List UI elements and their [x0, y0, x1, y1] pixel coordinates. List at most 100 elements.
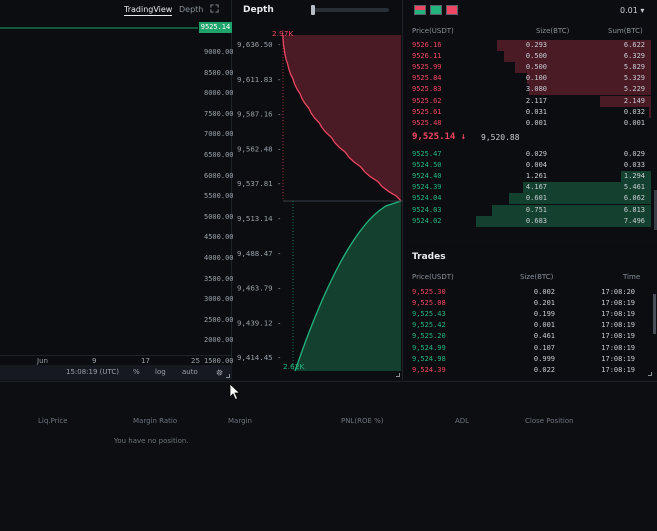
- ask-price: 9525.83: [412, 85, 442, 94]
- price-chart-canvas[interactable]: [0, 20, 198, 355]
- trade-row: 9,524.98 0.999 17:08:19: [404, 354, 649, 365]
- tab-depth[interactable]: Depth: [179, 5, 203, 14]
- trade-price: 9,525.20: [412, 332, 446, 341]
- trade-size: 0.461: [533, 332, 555, 341]
- trade-size: 0.001: [533, 321, 555, 330]
- bid-size: 0.004: [525, 161, 547, 170]
- resize-handle-icon[interactable]: [648, 372, 652, 376]
- resize-handle-icon[interactable]: [226, 374, 230, 378]
- ask-row[interactable]: 9525.99 0.500 5.829: [404, 62, 651, 74]
- bid-sum: 6.062: [623, 194, 645, 203]
- time-axis-tick: 17: [141, 357, 150, 365]
- bid-size: 0.683: [525, 216, 547, 225]
- price-axis[interactable]: 9000.00 8500.00 8000.00 7500.00 7000.00 6500.…: [198, 20, 234, 365]
- ask-price: 9526.16: [412, 41, 442, 49]
- trade-price: 9,524.98: [412, 354, 446, 363]
- positions-panel: Liq.Price Margin Ratio Margin PNL(ROE %)…: [0, 381, 657, 531]
- price-axis-tick: 6500.00: [204, 151, 234, 159]
- trade-time: 17:08:19: [601, 354, 635, 363]
- ask-row[interactable]: 9526.11 0.500 6.329: [404, 51, 651, 63]
- price-axis-tick: 4500.00: [204, 233, 234, 242]
- price-axis-tick: 9000.00: [204, 48, 234, 56]
- time-axis-tick: 25: [191, 357, 200, 365]
- time-axis-tick: 9: [92, 357, 97, 365]
- ask-row[interactable]: 9525.83 3.080 5.229: [404, 84, 651, 96]
- depth-axis-tick: 9,636.50 -: [237, 40, 282, 49]
- ask-sum: 5.329: [623, 74, 645, 83]
- price-axis-tick: 5500.00: [204, 192, 234, 201]
- precision-select[interactable]: 0.01 ▾: [620, 6, 644, 15]
- trades-scrollbar[interactable]: [653, 294, 656, 334]
- bid-row[interactable]: 9525.47 0.029 0.029: [404, 149, 651, 160]
- col-adl: ADL: [455, 417, 470, 425]
- depth-chart-canvas[interactable]: 9,636.50 - 9,611.83 - 9,587.16 - 9,562.48 -…: [233, 0, 403, 380]
- col-margin: Margin: [228, 417, 252, 425]
- bid-sum: 6.813: [623, 205, 645, 214]
- gear-icon[interactable]: [215, 368, 224, 377]
- bid-row[interactable]: 9524.03 0.751 6.813: [404, 204, 651, 216]
- trades-header-price: Price(USDT): [412, 273, 454, 281]
- ask-row[interactable]: 9525.62 2.117 2.149: [404, 95, 651, 107]
- book-view-bids-icon[interactable]: [430, 5, 442, 15]
- ask-sum: 6.622: [623, 41, 645, 49]
- bid-row[interactable]: 9524.50 0.004 0.033: [404, 160, 651, 171]
- trade-row: 9,525.20 0.461 17:08:19: [404, 331, 649, 342]
- ask-size: 0.001: [525, 118, 547, 127]
- book-header-sum: Sum(BTC): [608, 27, 643, 35]
- expand-icon[interactable]: [210, 4, 219, 13]
- depth-axis-tick: 9,587.16 -: [237, 110, 282, 119]
- percent-scale-toggle[interactable]: %: [133, 368, 140, 376]
- ask-row[interactable]: 9525.61 0.031 0.032: [404, 106, 651, 118]
- mark-price[interactable]: 9,520.88: [481, 133, 520, 142]
- bid-row[interactable]: 9524.04 0.601 6.062: [404, 193, 651, 205]
- depth-axis-tick: 9,562.48 -: [237, 144, 282, 153]
- trade-row: 9,525.42 0.001 17:08:19: [404, 320, 649, 331]
- ask-sum: 0.032: [623, 107, 645, 116]
- price-axis-tick: 7000.00: [204, 130, 234, 139]
- time-axis-tick: Jun: [37, 357, 48, 365]
- book-view-asks-icon[interactable]: [446, 5, 458, 15]
- trade-time: 17:08:19: [601, 332, 635, 341]
- ask-price: 9525.48: [412, 118, 442, 127]
- bid-row[interactable]: 9524.40 1.261 1.294: [404, 171, 651, 183]
- col-pnl-roe: PNL(ROE %): [341, 417, 384, 425]
- time-axis[interactable]: Jun 9 17 25: [0, 355, 232, 365]
- ask-row[interactable]: 9525.48 0.001 0.001: [404, 118, 651, 129]
- bid-price: 9525.47: [412, 150, 442, 158]
- depth-axis-tick: 9,414.45 -: [237, 353, 282, 362]
- bid-price: 9524.04: [412, 194, 442, 203]
- bid-price: 9524.40: [412, 172, 442, 181]
- bid-price: 9524.02: [412, 216, 442, 225]
- book-view-both-icon[interactable]: [414, 5, 426, 15]
- ask-size: 2.117: [525, 96, 547, 105]
- bid-sum: 0.033: [623, 161, 645, 170]
- ask-price: 9525.99: [412, 63, 442, 72]
- trades-title: Trades: [412, 252, 446, 262]
- chart-clock: 15:08:19 (UTC): [66, 368, 120, 376]
- tab-tradingview[interactable]: TradingView: [124, 5, 173, 16]
- trade-time: 17:08:19: [601, 343, 635, 352]
- ask-price: 9525.84: [412, 74, 442, 83]
- bid-size: 4.167: [525, 183, 547, 192]
- log-scale-toggle[interactable]: log: [155, 368, 166, 376]
- trade-price: 9,525.08: [412, 299, 446, 308]
- price-axis-tick: 6000.00: [204, 171, 234, 180]
- ask-row[interactable]: 9526.16 0.293 6.622: [404, 40, 651, 51]
- trade-price: 9,525.42: [412, 321, 446, 330]
- trade-size: 0.199: [533, 310, 555, 319]
- ask-row[interactable]: 9525.84 0.100 5.329: [404, 73, 651, 85]
- resize-handle-icon[interactable]: [396, 373, 400, 377]
- bid-size: 0.751: [525, 205, 547, 214]
- trade-size: 0.022: [533, 365, 555, 374]
- bid-row[interactable]: 9524.39 4.167 5.461: [404, 182, 651, 194]
- auto-scale-toggle[interactable]: auto: [182, 368, 198, 376]
- price-axis-tick: 3000.00: [204, 295, 234, 304]
- ask-sum: 5.229: [623, 85, 645, 94]
- ask-price: 9526.11: [412, 52, 442, 61]
- trades-header-time: Time: [623, 273, 641, 281]
- bid-depth-area: [295, 201, 401, 371]
- trade-row: 9,524.39 0.022 17:08:19: [404, 365, 649, 376]
- trade-size: 0.002: [533, 288, 555, 296]
- bid-row[interactable]: 9524.02 0.683 7.496: [404, 215, 651, 227]
- book-header-size: Size(BTC): [536, 27, 570, 35]
